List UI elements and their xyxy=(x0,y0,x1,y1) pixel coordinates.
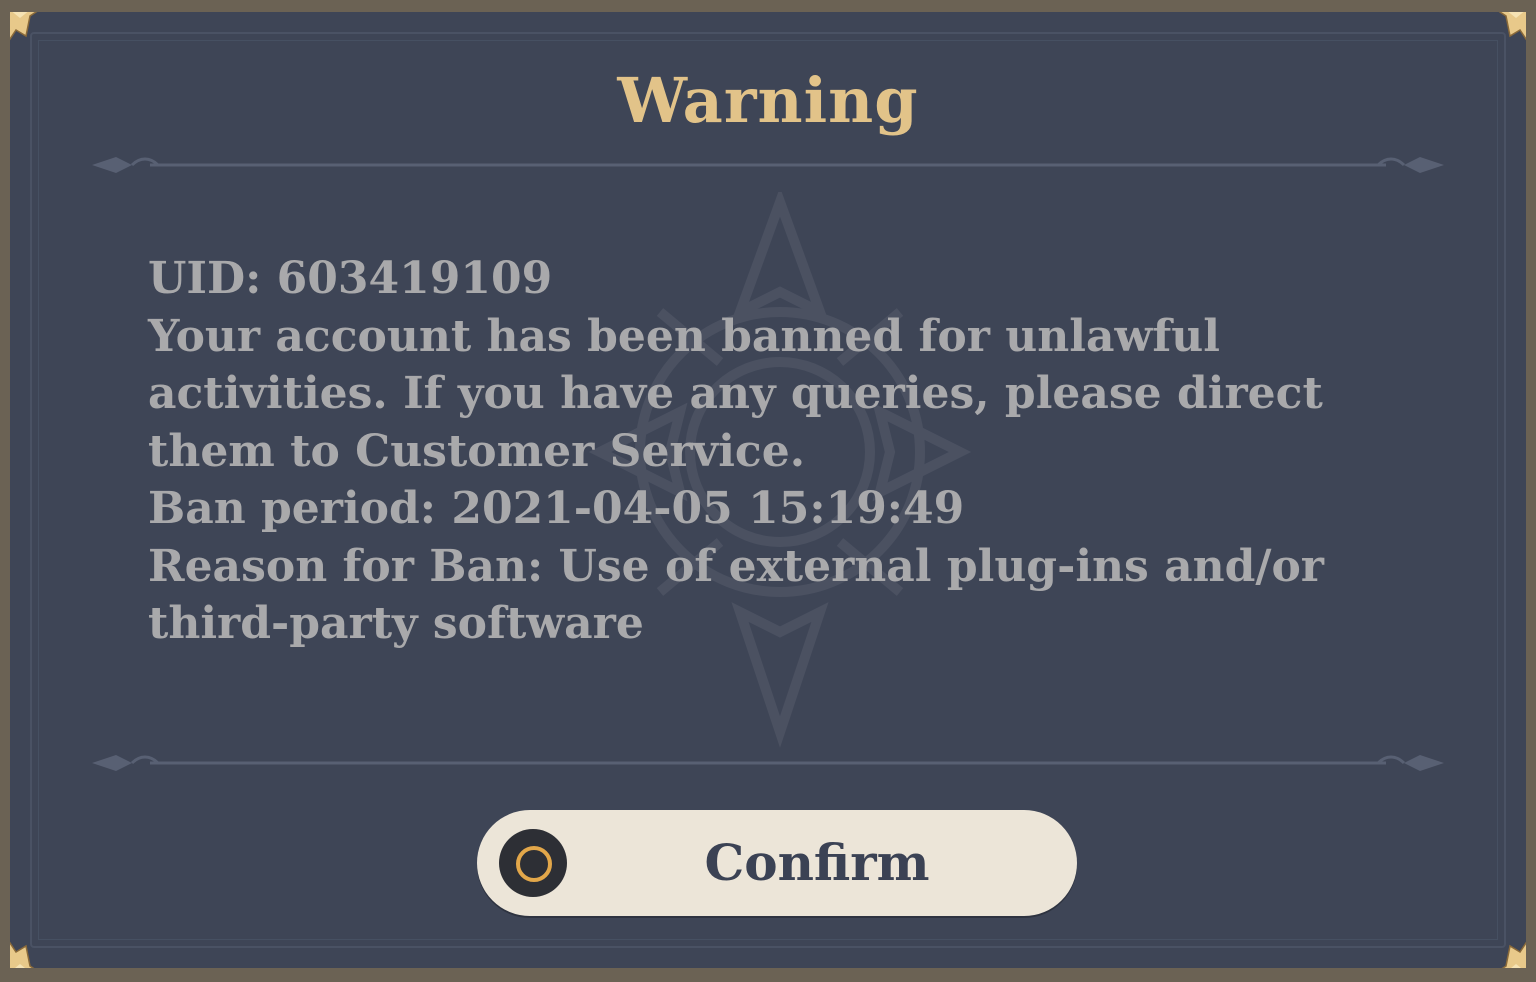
ban-reason-line: Reason for Ban: Use of external plug-ins… xyxy=(148,540,1324,592)
corner-ornament-icon xyxy=(10,12,38,41)
dialog-title: Warning xyxy=(617,64,919,137)
ornamental-divider-top xyxy=(92,157,1444,173)
corner-ornament-icon xyxy=(10,931,51,968)
corner-ornament-icon xyxy=(1485,931,1526,968)
confirm-button[interactable]: Confirm xyxy=(477,810,1077,916)
corner-ornament-icon xyxy=(1485,12,1526,51)
ban-notice-line: them to Customer Service. xyxy=(148,425,806,477)
ban-notice-line: Your account has been banned for unlawfu… xyxy=(148,310,1220,362)
uid-line: UID: 603419109 xyxy=(148,253,553,304)
ornamental-divider-bottom xyxy=(92,755,1444,771)
ban-reason-line: third-party software xyxy=(148,598,644,649)
ring-icon xyxy=(516,846,552,882)
ban-message: UID: 603419109 Your account has been ban… xyxy=(148,250,1368,653)
circle-button-icon xyxy=(499,829,567,897)
ban-notice-line: activities. If you have any queries, ple… xyxy=(148,368,1323,419)
ban-period-line: Ban period: 2021-04-05 15:19:49 xyxy=(148,483,965,534)
warning-dialog: Warning UID: 603419109 Your account has … xyxy=(0,0,1536,982)
confirm-button-label: Confirm xyxy=(704,833,930,892)
